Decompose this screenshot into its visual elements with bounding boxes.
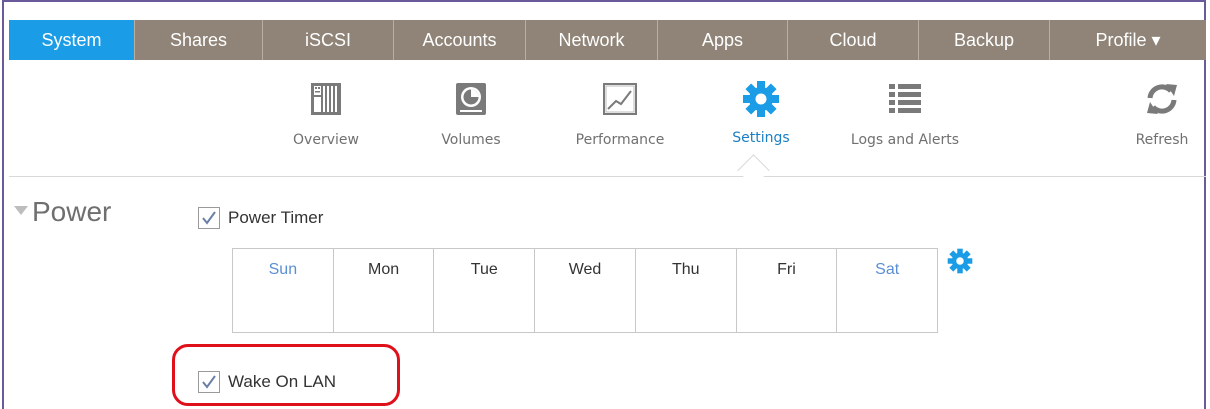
subnav-settings[interactable]: Settings <box>717 81 805 146</box>
subnav-label: Logs and Alerts <box>850 132 960 148</box>
collapse-triangle-icon <box>14 206 28 216</box>
refresh-label: Refresh <box>1135 132 1189 148</box>
subnav-label: Settings <box>732 130 790 146</box>
section-title: Power <box>32 196 112 227</box>
top-navigation: System Shares iSCSI Accounts Network App… <box>9 20 1206 60</box>
day-wed[interactable]: Wed <box>535 249 636 332</box>
subnav-overview[interactable]: Overview <box>271 82 381 148</box>
gear-icon <box>717 81 805 122</box>
power-timer-label: Power Timer <box>228 208 324 227</box>
drive-bay-icon <box>271 82 381 120</box>
refresh-icon <box>1125 82 1199 120</box>
day-tue[interactable]: Tue <box>434 249 536 332</box>
day-thu[interactable]: Thu <box>636 249 737 332</box>
disk-icon <box>423 82 519 120</box>
power-timer-checkbox[interactable] <box>198 207 220 229</box>
tab-shares[interactable]: Shares <box>135 20 263 60</box>
tab-accounts[interactable]: Accounts <box>394 20 526 60</box>
tab-profile[interactable]: Profile ▾ <box>1050 20 1206 60</box>
refresh-button[interactable]: Refresh <box>1125 82 1199 148</box>
subnav-performance[interactable]: Performance <box>555 82 685 148</box>
day-mon[interactable]: Mon <box>334 249 435 332</box>
chart-icon <box>555 82 685 120</box>
power-timer-schedule: Sun Mon Tue Wed Thu Fri Sat <box>232 248 938 333</box>
day-fri[interactable]: Fri <box>737 249 838 332</box>
subnav-label: Performance <box>575 132 665 148</box>
tab-cloud[interactable]: Cloud <box>788 20 919 60</box>
list-icon <box>835 82 975 120</box>
highlight-annotation <box>172 344 400 406</box>
tab-network[interactable]: Network <box>526 20 658 60</box>
subnav-label: Overview <box>293 132 359 148</box>
tab-iscsi[interactable]: iSCSI <box>263 20 394 60</box>
subnav-logs-and-alerts[interactable]: Logs and Alerts <box>835 82 975 148</box>
tab-backup[interactable]: Backup <box>919 20 1050 60</box>
day-sun[interactable]: Sun <box>233 249 334 332</box>
subnav-volumes[interactable]: Volumes <box>423 82 519 148</box>
power-section-header[interactable]: Power <box>14 196 111 228</box>
day-sat[interactable]: Sat <box>837 249 937 332</box>
tab-apps[interactable]: Apps <box>658 20 788 60</box>
settings-toolbar: Overview Volumes Performance Settings Lo… <box>9 60 1206 177</box>
tab-system[interactable]: System <box>9 20 135 60</box>
checkmark-icon <box>202 211 216 225</box>
schedule-settings-gear-icon[interactable] <box>947 248 973 278</box>
power-timer-option: Power Timer <box>198 207 323 229</box>
subnav-label: Volumes <box>441 132 501 148</box>
